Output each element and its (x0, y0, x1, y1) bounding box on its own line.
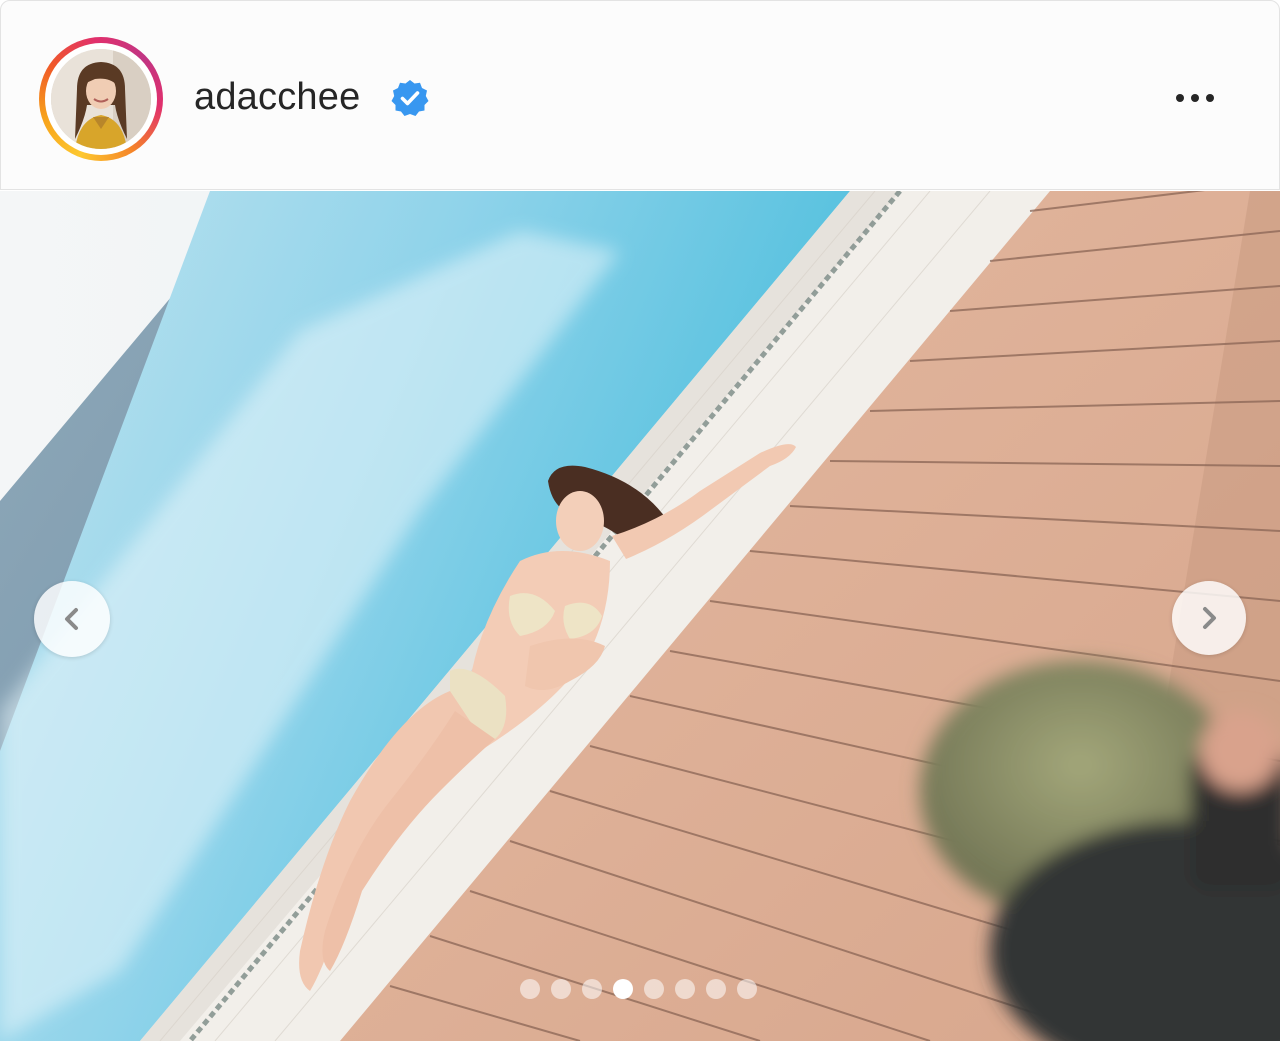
avatar (51, 49, 151, 149)
post-header: adacchee (0, 0, 1280, 190)
post-media[interactable] (0, 191, 1280, 1041)
carousel-dot (737, 979, 757, 999)
verified-badge-icon (391, 80, 429, 116)
story-ring-avatar[interactable] (39, 37, 163, 161)
instagram-post: adacchee (0, 0, 1280, 1041)
chevron-right-icon (1203, 607, 1216, 629)
carousel-dot (675, 979, 695, 999)
chevron-left-icon (65, 608, 78, 630)
carousel-next-button[interactable] (1172, 581, 1246, 655)
carousel-dot (520, 979, 540, 999)
carousel-pagination (520, 979, 757, 999)
carousel-dot (613, 979, 633, 999)
carousel-dot (551, 979, 571, 999)
carousel-dot (582, 979, 602, 999)
username[interactable]: adacchee (194, 71, 360, 123)
more-options-button[interactable] (1163, 81, 1227, 115)
more-horizontal-icon (1176, 94, 1184, 102)
carousel-dot (644, 979, 664, 999)
post-photo (0, 191, 1280, 1041)
carousel-dot (706, 979, 726, 999)
carousel-prev-button[interactable] (34, 581, 110, 657)
